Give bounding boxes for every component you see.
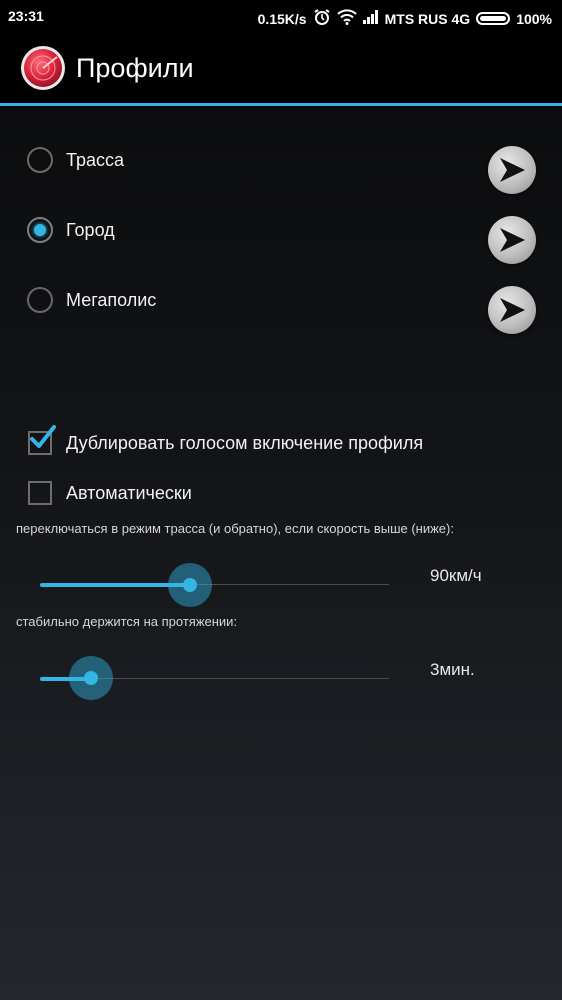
status-carrier: MTS RUS 4G	[384, 10, 471, 27]
play-arrow-icon	[500, 228, 525, 252]
wifi-icon	[336, 9, 357, 28]
status-bar: 23:31 0.15K/s MTS RUS 4G 100%	[0, 0, 562, 33]
automatic-label: Автоматически	[66, 483, 192, 503]
speed-hint: переключаться в режим трасса (и обратно)…	[16, 521, 454, 536]
profile-open-button-gorod[interactable]	[488, 216, 536, 264]
action-bar: Профили	[0, 33, 562, 106]
signal-icon	[362, 10, 379, 27]
duration-slider-thumb[interactable]	[83, 671, 98, 685]
voice-duplicate-checkbox[interactable]	[28, 425, 56, 455]
status-right: 0.15K/s MTS RUS 4G 100%	[258, 8, 552, 29]
profile-row-megapolis[interactable]: Мегаполис	[0, 270, 562, 334]
profile-open-button-megapolis[interactable]	[488, 286, 536, 334]
radio-trassa[interactable]	[27, 147, 53, 173]
duration-hint: стабильно держится на протяжении:	[16, 614, 238, 629]
automatic-row[interactable]: Автоматически	[0, 462, 562, 522]
checkmark-icon	[30, 425, 56, 448]
profile-label-gorod: Город	[66, 220, 115, 240]
profile-label-megapolis: Мегаполис	[66, 290, 157, 310]
page-title: Профили	[76, 53, 194, 83]
automatic-checkbox[interactable]	[28, 481, 52, 505]
speed-slider-thumb[interactable]	[183, 578, 198, 592]
profile-label-trassa: Трасса	[66, 150, 125, 170]
play-arrow-icon	[500, 298, 525, 322]
status-time: 23:31	[8, 8, 44, 24]
speed-value: 90км/ч	[430, 566, 482, 585]
status-speed: 0.15K/s	[257, 10, 307, 27]
profile-row-gorod[interactable]: Город	[0, 200, 562, 264]
profile-row-trassa[interactable]: Трасса	[0, 130, 562, 194]
alarm-icon	[313, 8, 331, 29]
duration-value: 3мин.	[430, 660, 475, 679]
radio-gorod[interactable]	[27, 217, 53, 243]
play-arrow-icon	[500, 158, 525, 182]
radar-icon[interactable]	[20, 45, 66, 91]
profile-open-button-trassa[interactable]	[488, 146, 536, 194]
battery-icon	[476, 12, 511, 25]
status-battery: 100%	[516, 10, 552, 27]
voice-duplicate-label: Дублировать голосом включение профиля	[66, 433, 424, 453]
radio-megapolis[interactable]	[27, 287, 53, 313]
